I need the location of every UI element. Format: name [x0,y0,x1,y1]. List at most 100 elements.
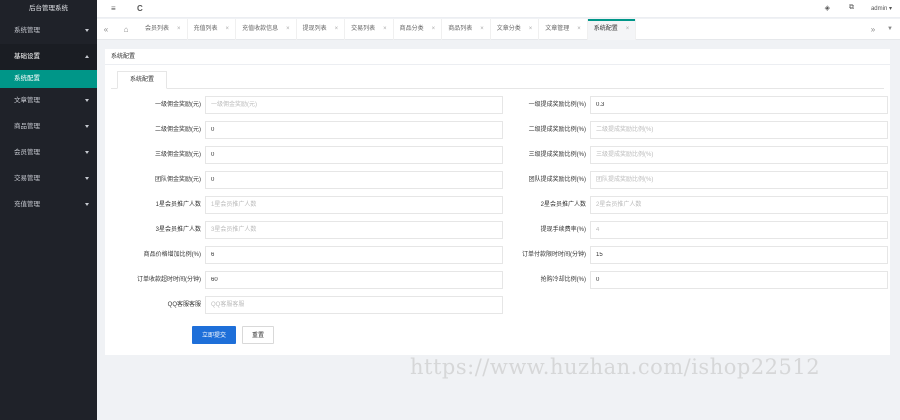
sidebar-item-4[interactable]: 会员管理 [0,140,97,166]
tab-0[interactable]: 会员列表 × [139,19,188,40]
chevron-down-icon [85,99,89,102]
tab-scroll-right-icon[interactable]: » [866,19,880,40]
field-input[interactable] [590,246,888,264]
form-field-11: 提现手续费率(%) [494,221,888,239]
sidebar-item-label: 会员管理 [14,149,40,156]
menu-toggle-icon[interactable]: ≡ [111,4,116,13]
sidebar-subitem-0[interactable]: 系统配置 [0,70,97,88]
tab-label: 系统配置 [593,26,618,32]
top-header: ≡ C ◈ ⧉ admin ▾ [97,0,900,18]
tab-9[interactable]: 系统配置 × [587,19,637,40]
close-icon[interactable]: × [432,19,436,40]
close-icon[interactable]: × [577,19,581,40]
tab-system-config[interactable]: 系统配置 [117,71,168,89]
form-field-3: 二级提成奖励比例(%) [494,121,888,139]
sidebar-menu: 系统管理基础设置系统配置 文章管理 商品管理会员管理交易管理充值管理 [0,18,97,218]
tab-label: 文章管理 [545,26,570,32]
field-label: 二级提成奖励比例(%) [528,127,586,133]
tab-label: 文章分类 [496,26,521,32]
close-icon[interactable]: × [383,19,387,40]
field-input[interactable] [205,196,503,214]
tab-6[interactable]: 商品列表 × [442,19,491,40]
config-panel: 系统配置 系统配置 一级佣金奖励(元) 一级提成奖励比例(%) 二级佣金奖励(元) 二… [105,49,890,355]
field-input[interactable] [205,271,503,289]
field-label: 一级提成奖励比例(%) [528,102,586,108]
tab-label: 商品分类 [399,26,424,32]
sidebar-item-label: 交易管理 [14,175,40,182]
sidebar-item-label: 充值管理 [14,201,40,208]
sidebar: 后台管理系统 系统管理基础设置系统配置 文章管理 商品管理会员管理交易管理充值管理 [0,0,97,420]
sidebar-item-1[interactable]: 基础设置 [0,44,97,70]
field-label: 二级佣金奖励(元) [155,127,201,133]
form-field-9: 2星会员推广人数 [494,196,888,214]
form-field-14: 订单收款超时时间(分钟) [109,271,503,289]
field-label: QQ客服客服 [167,302,201,308]
home-icon[interactable]: ⌂ [119,19,133,40]
sidebar-item-label: 基础设置 [14,53,40,60]
field-label: 订单收款超时时间(分钟) [137,277,201,283]
field-input[interactable] [590,171,888,189]
close-icon[interactable]: × [286,19,290,40]
field-input[interactable] [205,121,503,139]
field-label: 团队提成奖励比例(%) [528,177,586,183]
tab-label: 充值收款信息 [242,26,279,32]
close-icon[interactable]: × [480,19,484,40]
tab-list: 会员列表 × 充值列表 × 充值收款信息 × 提现列表 × 交易列表 × 商品分类 × 商品列表 × 文章分… [139,19,637,40]
tab-2[interactable]: 充值收款信息 × [236,19,297,40]
field-input[interactable] [205,146,503,164]
close-icon[interactable]: × [226,19,230,40]
tab-7[interactable]: 文章分类 × [491,19,540,40]
form-field-4: 三级佣金奖励(元) [109,146,503,164]
user-menu[interactable]: admin ▾ [871,5,892,12]
close-icon[interactable]: × [335,19,339,40]
fullscreen-icon[interactable]: ⧉ [849,4,854,12]
form-field-8: 1星会员推广人数 [109,196,503,214]
close-icon[interactable]: × [177,19,181,40]
panel-title: 系统配置 [105,49,890,65]
field-input[interactable] [590,96,888,114]
sidebar-item-5[interactable]: 交易管理 [0,166,97,192]
field-input[interactable] [205,296,503,314]
field-input[interactable] [590,121,888,139]
field-input[interactable] [205,246,503,264]
field-label: 三级提成奖励比例(%) [528,152,586,158]
tab-label: 交易列表 [351,26,376,32]
tab-3[interactable]: 提现列表 × [297,19,346,40]
sidebar-item-0[interactable]: 系统管理 [0,18,97,44]
tab-1[interactable]: 充值列表 × [188,19,237,40]
field-label: 抢购冷却比例(%) [540,277,586,283]
field-input[interactable] [590,146,888,164]
field-label: 一级佣金奖励(元) [155,102,201,108]
refresh-icon[interactable]: C [137,4,143,13]
field-label: 团队佣金奖励(元) [155,177,201,183]
field-input[interactable] [205,96,503,114]
sidebar-item-6[interactable]: 充值管理 [0,192,97,218]
inner-tab-bar: 系统配置 [111,71,884,89]
sidebar-item-3[interactable]: 商品管理 [0,114,97,140]
field-input[interactable] [590,196,888,214]
tab-scroll-left-icon[interactable]: « [99,19,113,40]
field-input[interactable] [205,171,503,189]
form-field-12: 商品价格增加比例(%) [109,246,503,264]
field-label: 1星会员推广人数 [155,202,201,208]
close-icon[interactable]: × [529,19,533,40]
tab-options-icon[interactable]: ▼ [884,19,896,40]
field-label: 商品价格增加比例(%) [143,252,201,258]
close-icon[interactable]: × [626,19,630,40]
theme-icon[interactable]: ◈ [825,4,830,12]
tab-8[interactable]: 文章管理 × [539,19,588,40]
chevron-down-icon [85,177,89,180]
watermark-text: https://www.huzhan.com/ishop22512 [410,355,821,379]
app-logo: 后台管理系统 [0,0,97,18]
submit-button[interactable]: 立即提交 [192,326,236,344]
tab-label: 会员列表 [145,26,170,32]
field-input[interactable] [590,271,888,289]
field-input[interactable] [590,221,888,239]
chevron-down-icon [85,29,89,32]
reset-button[interactable]: 重置 [242,326,274,344]
tab-5[interactable]: 商品分类 × [394,19,443,40]
tab-4[interactable]: 交易列表 × [345,19,394,40]
field-input[interactable] [205,221,503,239]
sidebar-item-2[interactable]: 文章管理 [0,88,97,114]
form-field-0: 一级佣金奖励(元) [109,96,503,114]
